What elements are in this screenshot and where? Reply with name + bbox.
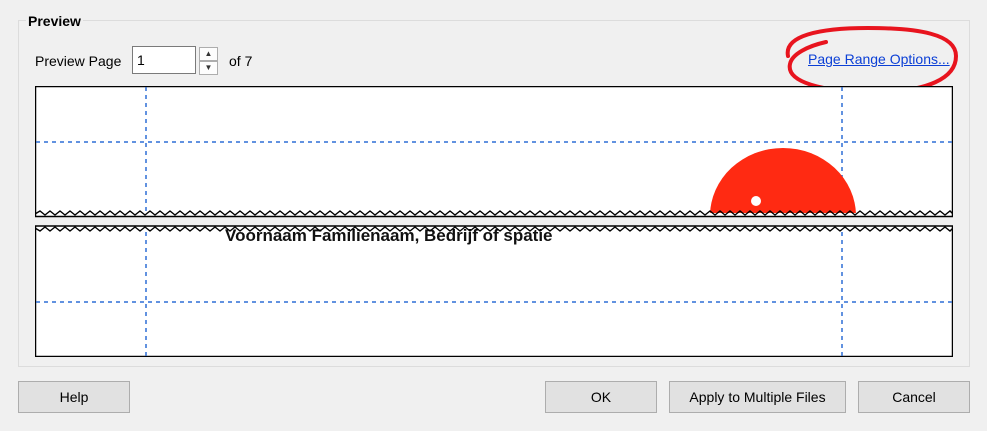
cancel-button[interactable]: Cancel	[858, 381, 970, 413]
apply-to-multiple-files-button[interactable]: Apply to Multiple Files	[669, 381, 846, 413]
ok-button[interactable]: OK	[545, 381, 657, 413]
preview-group-title: Preview	[26, 13, 83, 29]
help-button[interactable]: Help	[18, 381, 130, 413]
page-spin-up-button[interactable]: ▲	[199, 47, 218, 61]
page-count-label: of 7	[229, 53, 253, 69]
preview-page-input[interactable]	[132, 46, 196, 74]
page-spin-down-button[interactable]: ▼	[199, 61, 218, 75]
preview-page-label: Preview Page	[35, 53, 122, 69]
chevron-down-icon: ▼	[204, 63, 213, 72]
page-range-options-link[interactable]: Page Range Options...	[808, 51, 950, 67]
chevron-up-icon: ▲	[204, 49, 213, 58]
